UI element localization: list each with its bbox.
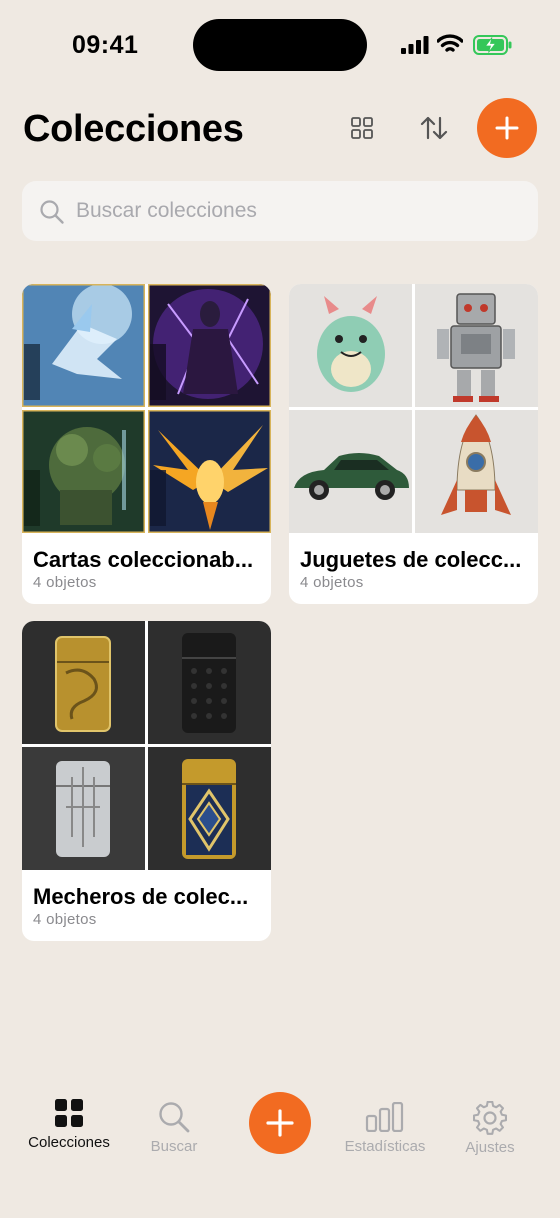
grid-icon (351, 117, 373, 139)
tab-add-button[interactable] (249, 1092, 311, 1154)
ice-dragon-card-image (22, 284, 145, 407)
collection-count: 4 objetos (300, 574, 364, 591)
collection-card-trading-cards[interactable]: Cartas coleccionab... 4 objetos (22, 284, 271, 604)
tin-robot-toy-image (415, 284, 538, 407)
black-textured-lighter-image (148, 621, 271, 744)
search-icon (40, 200, 64, 224)
tab-label: Colecciones (28, 1134, 110, 1151)
gold-engraved-lighter-image (22, 621, 145, 744)
tab-label: Ajustes (465, 1139, 515, 1156)
collection-card-lighters[interactable]: Mecheros de colec... 4 objetos (22, 621, 271, 941)
status-time: 09:41 (72, 31, 139, 59)
collection-title: Mecheros de colec... (33, 884, 249, 909)
plus-icon (266, 1109, 294, 1137)
green-monster-toy-image (289, 284, 412, 407)
green-sports-car-toy-image (289, 410, 412, 533)
tab-estadisticas[interactable]: Estadísticas (330, 1102, 440, 1155)
collection-thumbnails (289, 284, 538, 533)
plus-icon (495, 116, 519, 140)
phoenix-card-image (148, 410, 271, 533)
forest-golem-card-image (22, 410, 145, 533)
tab-label: Estadísticas (344, 1138, 426, 1155)
collection-title: Juguetes de colecc... (300, 547, 522, 572)
signal-icon (401, 36, 429, 54)
collection-card-toys[interactable]: Juguetes de colecc... 4 objetos (289, 284, 538, 604)
sort-arrows-icon (420, 116, 448, 140)
collection-title: Cartas coleccionab... (33, 547, 254, 572)
search-input[interactable] (76, 181, 516, 241)
dynamic-island (193, 19, 367, 71)
tin-rocket-toy-image (415, 410, 538, 533)
collection-thumbnails (22, 284, 271, 533)
tab-colecciones[interactable]: Colecciones (14, 1098, 124, 1151)
collection-count: 4 objetos (33, 911, 97, 928)
add-collection-button[interactable] (477, 98, 537, 158)
dark-sorceress-card-image (148, 284, 271, 407)
grid-view-button[interactable] (342, 108, 382, 148)
page-title: Colecciones (23, 108, 244, 150)
wifi-icon (437, 34, 463, 52)
tab-ajustes[interactable]: Ajustes (435, 1101, 545, 1156)
tab-buscar[interactable]: Buscar (119, 1101, 229, 1155)
battery-charging-icon (473, 35, 512, 55)
tab-label: Buscar (150, 1138, 198, 1155)
silver-deco-lighter-image (22, 747, 145, 870)
collection-count: 4 objetos (33, 574, 97, 591)
search-bar[interactable] (22, 181, 538, 241)
bar-chart-icon (365, 1102, 404, 1132)
search-icon (159, 1102, 190, 1133)
status-bar: 09:41 (0, 0, 560, 90)
grid-icon (55, 1099, 83, 1127)
gold-blue-deco-lighter-image (148, 747, 271, 870)
collection-thumbnails (22, 621, 271, 870)
gear-icon (473, 1101, 507, 1135)
sort-button[interactable] (414, 108, 454, 148)
